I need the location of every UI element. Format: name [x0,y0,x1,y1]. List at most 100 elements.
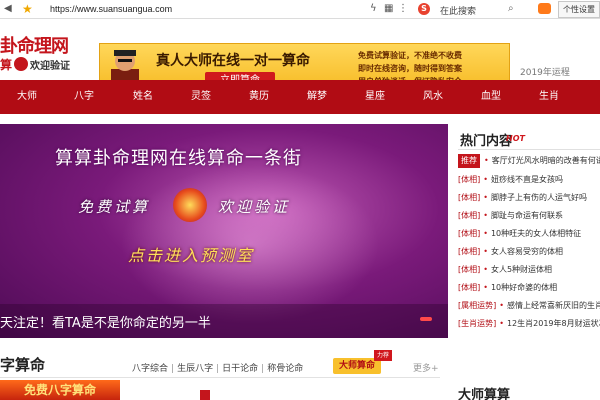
article-tag [200,390,210,400]
enter-prediction-room-link[interactable]: 点击进入预测室 [128,242,254,266]
browser-search-input[interactable]: 在此搜索 [440,4,476,17]
list-item[interactable]: [属相运势] • 感情上经常喜新厌旧的生肖 [458,297,600,314]
site-logo[interactable]: 卦命理网 [0,32,69,58]
tab-birth-bazi[interactable]: 生辰八字 [177,364,213,374]
tab-rigan[interactable]: 日干论命 [222,364,258,374]
ad-desc-line: 即时在线咨询，随时得到答案 [358,64,462,73]
hot-item-text: 感情上经常喜新厌旧的生肖 [506,301,600,310]
category-tag: [体相] [458,229,481,238]
bullet-icon: • [499,301,504,310]
category-tag: [体相] [458,211,481,220]
bazi-section: 字算命 八字综合 | 生辰八字 | 日干论命 | 称骨论命 大师算命 力荐 更多+ 免费八字… [0,350,600,400]
list-item[interactable]: [体相] • 脚脖子上有伤的人运气好吗 [458,189,600,206]
list-item[interactable] [200,389,420,400]
free-bazi-banner[interactable]: 免费八字算命 [0,380,120,400]
category-tag: [体相] [458,193,481,202]
slide-indicator[interactable] [420,317,432,321]
list-item[interactable]: [体相] • 女人5种财运体相 [458,261,600,278]
category-tag: [体相] [458,265,481,274]
section-tabs: 八字综合 | 生辰八字 | 日干论命 | 称骨论命 [132,361,303,374]
nav-item-almanac[interactable]: 黄历 [249,80,269,114]
hot-item-text: 10种旺夫的女人体相特征 [490,229,582,238]
category-tag: [生肖运势] [458,319,497,328]
recommend-tag: 推荐 [458,154,480,168]
list-item[interactable]: [生肖运势] • 12生肖2019年8月财运状况 [458,315,600,332]
back-arrow-icon[interactable]: ◀ [4,4,12,14]
list-item[interactable]: [体相] • 妞痧线不直是女孩吗 [458,171,600,188]
search-icon[interactable]: ⌕ [508,3,514,14]
hero-caption[interactable]: 天注定！看TA是不是你命定的另一半 [0,312,211,331]
bullet-icon: • [483,229,488,238]
category-tag: [体相] [458,247,481,256]
main-nav: 大师 八字 姓名 灵签 黄历 解梦 星座 风水 血型 生肖 [0,80,600,114]
tab-bazi-general[interactable]: 八字综合 [132,364,168,374]
logo-sub-left: 算 [0,58,13,72]
recommend-badge: 力荐 [374,350,392,361]
game-icon[interactable] [538,3,551,14]
logo-seal-icon [14,57,29,71]
site-header: 卦命理网 算欢迎验证 真人大师在线一对一算命 立即算命 免费试算验证，不准绝不收… [0,20,600,93]
hero-caption-bar: 天注定！看TA是不是你命定的另一半 [0,304,448,338]
grid-icon[interactable]: ▦ [384,4,393,14]
divider [0,377,440,378]
bullet-icon: • [483,283,488,292]
hero-title: 算算卦命理网在线算命一条街 [55,148,302,169]
browser-address-bar: ◀ ★ https://www.suansuangua.com ϟ ▦ ⋮ S … [0,0,600,19]
bullet-icon: • [483,247,488,256]
nav-item-dream[interactable]: 解梦 [307,80,327,114]
more-link[interactable]: 更多+ [413,361,439,374]
tab-separator: | [261,364,265,374]
hero-welcome-text: 欢迎验证 [218,198,291,216]
yin-yang-emblem-icon [173,188,207,222]
logo-tagline: 算 欢迎验证 [0,56,70,73]
yuncheng-tab[interactable]: 2019年运程 [520,65,570,78]
bookmark-star-icon[interactable]: ★ [22,3,33,15]
hot-item-text: 客厅灯光风水明暗的改善有何讲究 [491,156,600,165]
personal-settings-button[interactable]: 个性设置 [558,1,600,18]
nav-item-shengxiao[interactable]: 生肖 [539,80,559,114]
category-tag: [体相] [458,175,481,184]
tab-separator: | [171,364,175,374]
hot-badge: HOT [506,134,525,143]
master-section-title: 大师算算 [458,388,511,400]
tab-chenggu[interactable]: 称骨论命 [267,364,303,374]
nav-item-name[interactable]: 姓名 [133,80,153,114]
hot-content-panel: 热门内容 HOT 推荐 • 客厅灯光风水明暗的改善有何讲究 [体相] • 妞痧线不直是女… [458,124,600,338]
hot-item-text: 12生肖2019年8月财运状况 [506,319,600,328]
more-options-icon[interactable]: ⋮ [398,4,408,14]
bullet-icon: • [483,211,488,220]
bullet-icon: • [483,175,488,184]
divider [458,149,600,150]
lightning-icon[interactable]: ϟ [370,4,377,14]
nav-item-zodiac[interactable]: 星座 [365,80,385,114]
category-tag: [属相运势] [458,301,497,310]
nav-item-lingqian[interactable]: 灵签 [191,80,211,114]
list-item[interactable]: 推荐 • 客厅灯光风水明暗的改善有何讲究 [458,152,600,169]
hero-banner[interactable]: 算算卦命理网在线算命一条街 免费试算 欢迎验证 点击进入预测室 天注定！看TA是… [0,124,448,338]
list-item[interactable]: [体相] • 10种旺夫的女人体相特征 [458,225,600,242]
nav-item-bazi[interactable]: 八字 [74,80,94,114]
ad-desc-line: 免费试算验证，不准绝不收费 [358,51,462,60]
search-engine-icon[interactable]: S [418,3,430,15]
hot-title: 热门内容 [460,134,513,149]
url-field[interactable]: https://www.suansuangua.com [50,4,172,14]
logo-sub-right: 欢迎验证 [30,61,71,72]
bullet-icon: • [483,265,488,274]
nav-item-bloodtype[interactable]: 血型 [481,80,501,114]
hot-item-text: 脚趾与命运有何联系 [490,211,563,220]
hot-item-text: 脚脖子上有伤的人运气好吗 [490,193,587,202]
list-item[interactable]: [体相] • 女人容易受穷的体相 [458,243,600,260]
section-title: 字算命 [0,356,46,374]
hot-item-text: 女人容易受穷的体相 [490,247,563,256]
list-item[interactable]: [体相] • 脚趾与命运有何联系 [458,207,600,224]
hot-item-text: 10种好命婆的体相 [490,283,558,292]
category-tag: [体相] [458,283,481,292]
nav-item-fengshui[interactable]: 风水 [423,80,443,114]
ad-title: 真人大师在线一对一算命 [156,53,310,69]
nav-item-master[interactable]: 大师 [17,80,37,114]
hot-item-text: 女人5种财运体相 [490,265,553,274]
list-item[interactable]: [体相] • 10种好命婆的体相 [458,279,600,296]
tab-separator: | [216,364,220,374]
bullet-icon: • [483,193,488,202]
bullet-icon: • [499,319,504,328]
